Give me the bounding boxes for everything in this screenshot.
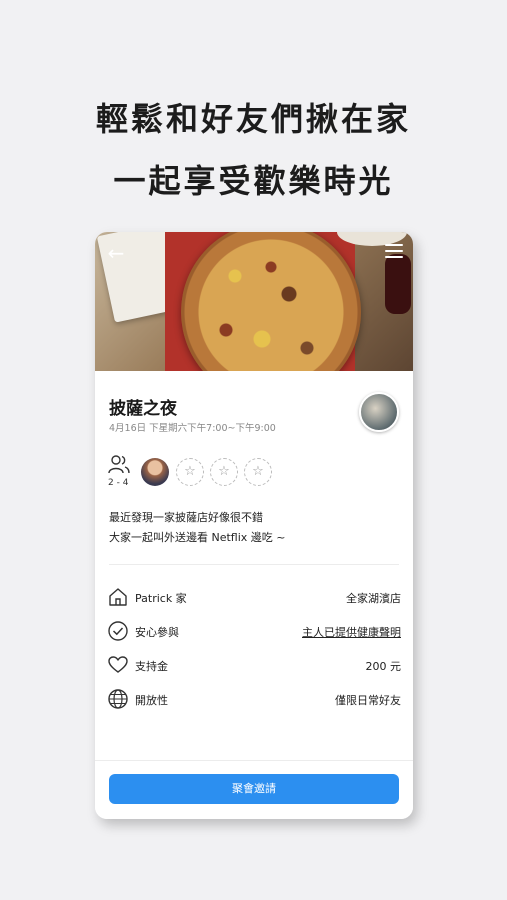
event-cover-image: ← bbox=[95, 232, 413, 371]
health-declaration-link[interactable]: 主人已提供健康聲明 bbox=[302, 624, 401, 640]
divider bbox=[109, 564, 399, 565]
event-description: 最近發現一家披薩店好像很不錯 大家一起叫外送邊看 Netflix 邊吃 ~ bbox=[109, 511, 286, 544]
host-avatar[interactable] bbox=[359, 392, 399, 432]
people-icon bbox=[108, 455, 130, 474]
people-count: 2 - 4 bbox=[108, 478, 129, 488]
event-title: 披薩之夜 bbox=[109, 399, 177, 419]
detail-row-location: Patrick 家 全家湖濱店 bbox=[107, 586, 401, 608]
pizza-image bbox=[181, 232, 361, 371]
globe-icon bbox=[108, 689, 128, 709]
empty-slot-star-icon[interactable]: ☆ bbox=[176, 458, 204, 486]
event-time: 4月16日 下星期六下午7:00~下午9:00 bbox=[109, 423, 276, 434]
phone-screen: ← 披薩之夜 4月16日 下星期六下午7:00~下午9:00 2 - 4 ☆ ☆… bbox=[95, 232, 413, 819]
back-arrow-icon[interactable]: ← bbox=[105, 242, 127, 264]
member-avatar[interactable] bbox=[141, 458, 169, 486]
home-icon bbox=[109, 588, 127, 606]
detail-row-openness: 開放性 僅限日常好友 bbox=[107, 688, 401, 710]
bottom-action-bar: 聚會邀請 bbox=[95, 760, 413, 819]
empty-slot-star-icon[interactable]: ☆ bbox=[244, 458, 272, 486]
invite-button[interactable]: 聚會邀請 bbox=[109, 774, 399, 804]
detail-row-fee: 支持金 200 元 bbox=[107, 654, 401, 676]
promo-headline-1: 輕鬆和好友們揪在家 bbox=[95, 100, 411, 138]
empty-slot-star-icon[interactable]: ☆ bbox=[210, 458, 238, 486]
heart-icon bbox=[108, 656, 128, 673]
promo-headline-2: 一起享受歡樂時光 bbox=[113, 162, 394, 200]
detail-row-safety: 安心參與 主人已提供健康聲明 bbox=[107, 620, 401, 642]
menu-icon[interactable] bbox=[385, 244, 403, 260]
check-circle-icon bbox=[108, 621, 128, 641]
